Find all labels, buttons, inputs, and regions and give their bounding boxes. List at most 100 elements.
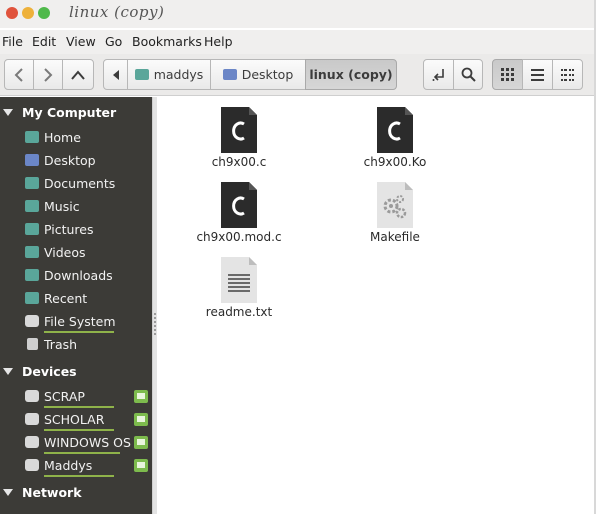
file-icon-view[interactable]: ch9x00.c ch9x00.Ko ch9x00.mod.c Makefile bbox=[158, 97, 594, 514]
grip-dot bbox=[154, 333, 156, 335]
sidebar-item-scrap[interactable]: SCRAP bbox=[0, 386, 152, 409]
disk-usage-bar bbox=[44, 452, 120, 454]
eject-icon[interactable] bbox=[134, 436, 148, 449]
sidebar-item-file-system[interactable]: File System bbox=[0, 311, 152, 334]
desktop-folder-icon bbox=[222, 69, 237, 80]
file-item[interactable]: ch9x00.Ko bbox=[347, 107, 443, 177]
grid-view-icon bbox=[501, 68, 514, 81]
icon-view-button[interactable] bbox=[492, 59, 523, 90]
path-bar-toggle[interactable] bbox=[103, 59, 128, 90]
sidebar-item-scholar[interactable]: SCHOLAR bbox=[0, 409, 152, 432]
list-view-button[interactable] bbox=[522, 59, 553, 90]
eject-icon[interactable] bbox=[134, 390, 148, 403]
sidebar-item-videos[interactable]: Videos bbox=[0, 242, 152, 265]
sidebar-item-home[interactable]: Home bbox=[0, 127, 152, 150]
home-folder-icon bbox=[134, 69, 149, 80]
sidebar-resize-handle[interactable] bbox=[152, 97, 157, 514]
file-item[interactable]: Makefile bbox=[347, 182, 443, 252]
arrow-right-icon bbox=[44, 67, 53, 82]
breadcrumb-linux-copy[interactable]: linux (copy) bbox=[305, 59, 397, 90]
menu-view[interactable]: View bbox=[66, 34, 96, 49]
sidebar-item-label: SCHOLAR bbox=[44, 412, 105, 427]
disk-usage-bar bbox=[44, 429, 114, 431]
section-title: My Computer bbox=[22, 105, 117, 120]
menu-go[interactable]: Go bbox=[105, 34, 122, 49]
grip-dot bbox=[154, 317, 156, 319]
toggle-location-button[interactable] bbox=[423, 59, 454, 90]
makefile-icon bbox=[377, 182, 413, 228]
compact-view-button[interactable] bbox=[552, 59, 583, 90]
sidebar-item-label: Downloads bbox=[44, 268, 113, 283]
sidebar-item-pictures[interactable]: Pictures bbox=[0, 219, 152, 242]
file-item[interactable]: ch9x00.mod.c bbox=[191, 182, 287, 252]
file-item[interactable]: ch9x00.c bbox=[191, 107, 287, 177]
triangle-left-icon bbox=[112, 69, 119, 80]
desktop-folder-icon bbox=[25, 154, 39, 166]
grip-dot bbox=[154, 313, 156, 315]
maximize-window-button[interactable] bbox=[38, 7, 50, 19]
disk-usage-bar bbox=[44, 406, 114, 408]
drive-icon bbox=[25, 390, 39, 402]
usb-drive-icon bbox=[25, 459, 39, 471]
grip-dot bbox=[154, 321, 156, 323]
documents-folder-icon bbox=[25, 177, 39, 189]
breadcrumb-desktop[interactable]: Desktop bbox=[210, 59, 306, 90]
file-name: ch9x00.c bbox=[211, 155, 267, 169]
pictures-folder-icon bbox=[25, 223, 39, 235]
forward-button[interactable] bbox=[33, 59, 63, 90]
list-view-icon bbox=[531, 68, 544, 81]
disk-usage-bar bbox=[44, 331, 114, 333]
file-name: ch9x00.mod.c bbox=[196, 230, 282, 244]
menu-help[interactable]: Help bbox=[204, 34, 233, 49]
title-bar: linux (copy) bbox=[0, 0, 596, 28]
expand-triangle-icon bbox=[3, 109, 13, 116]
sidebar-item-label: Music bbox=[44, 199, 80, 214]
eject-icon[interactable] bbox=[134, 459, 148, 472]
music-folder-icon bbox=[25, 200, 39, 212]
sidebar-item-label: Recent bbox=[44, 291, 88, 306]
search-button[interactable] bbox=[453, 59, 483, 90]
sidebar-item-trash[interactable]: Trash bbox=[0, 334, 152, 357]
c-source-icon bbox=[221, 182, 257, 228]
up-button[interactable] bbox=[62, 59, 94, 90]
sidebar-item-downloads[interactable]: Downloads bbox=[0, 265, 152, 288]
file-item[interactable]: readme.txt bbox=[191, 257, 287, 327]
sidebar-item-music[interactable]: Music bbox=[0, 196, 152, 219]
arrow-left-icon bbox=[14, 67, 23, 82]
menu-bookmarks[interactable]: Bookmarks bbox=[132, 34, 202, 49]
grip-dot bbox=[154, 325, 156, 327]
file-name: readme.txt bbox=[205, 305, 273, 319]
sidebar-item-recent[interactable]: Recent bbox=[0, 288, 152, 311]
sidebar-item-documents[interactable]: Documents bbox=[0, 173, 152, 196]
downloads-folder-icon bbox=[25, 269, 39, 281]
breadcrumb-maddys[interactable]: maddys bbox=[127, 59, 211, 90]
home-folder-icon bbox=[25, 131, 39, 143]
menu-edit[interactable]: Edit bbox=[32, 34, 56, 49]
c-source-icon bbox=[221, 107, 257, 153]
close-window-button[interactable] bbox=[6, 7, 18, 19]
window-title: linux (copy) bbox=[69, 3, 165, 21]
c-source-icon bbox=[377, 107, 413, 153]
eject-icon[interactable] bbox=[134, 413, 148, 426]
recent-folder-icon bbox=[25, 292, 39, 304]
trash-icon bbox=[27, 338, 38, 350]
sidebar-item-label: Documents bbox=[44, 176, 116, 191]
sidebar-item-windows-os[interactable]: WINDOWS OS bbox=[0, 432, 152, 455]
disk-usage-bar bbox=[44, 475, 114, 477]
drive-icon bbox=[25, 315, 39, 327]
menu-file[interactable]: File bbox=[2, 34, 23, 49]
section-title: Network bbox=[22, 485, 82, 500]
sidebar-item-desktop[interactable]: Desktop bbox=[0, 150, 152, 173]
toolbar: maddys Desktop linux (copy) bbox=[0, 54, 596, 96]
file-name: ch9x00.Ko bbox=[363, 155, 427, 169]
sidebar-item-label: File System bbox=[44, 314, 116, 329]
grip-dot bbox=[154, 329, 156, 331]
sidebar-item-label: Pictures bbox=[44, 222, 94, 237]
location-entry-icon bbox=[432, 68, 444, 81]
sidebar-item-maddys[interactable]: Maddys bbox=[0, 455, 152, 478]
back-button[interactable] bbox=[4, 59, 34, 90]
minimize-window-button[interactable] bbox=[22, 7, 34, 19]
sidebar-item-label: Videos bbox=[44, 245, 86, 260]
breadcrumb-label: Desktop bbox=[241, 67, 294, 82]
sidebar: My Computer Home Desktop Documents Music… bbox=[0, 97, 152, 514]
